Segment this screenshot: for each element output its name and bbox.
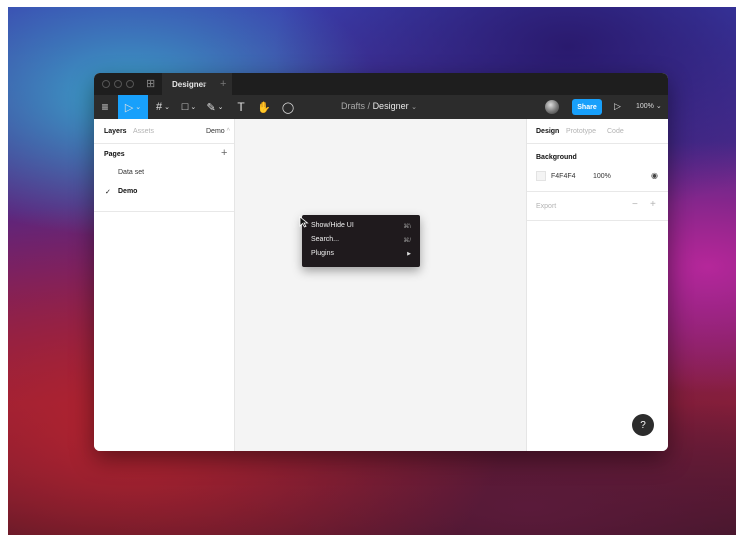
zoom-level: 100% <box>636 103 654 110</box>
zoom-dropdown[interactable]: 100% ⌄ <box>636 102 662 110</box>
menu-item-shortcut: ⌘\ <box>403 224 411 230</box>
chevron-down-icon: ⌄ <box>135 104 142 111</box>
chevron-up-icon: ^ <box>226 128 230 135</box>
breadcrumb-file[interactable]: Designer <box>373 101 409 111</box>
comment-icon: ◯ <box>281 101 295 114</box>
chevron-down-icon: ⌄ <box>655 103 662 110</box>
list-item[interactable]: Data set <box>94 165 234 181</box>
tab-prototype[interactable]: Prototype <box>566 128 596 135</box>
background-color-value[interactable]: F4F4F4 <box>551 173 576 180</box>
present-play-icon[interactable]: ▷ <box>614 101 621 112</box>
share-button[interactable]: Share <box>572 99 602 115</box>
chevron-down-icon: ⌄ <box>217 104 224 111</box>
shape-tool-button[interactable]: □ ⌄ <box>178 95 200 119</box>
background-heading: Background <box>536 154 577 161</box>
text-tool-button[interactable]: T <box>232 95 250 119</box>
page-name: Demo <box>118 188 138 195</box>
tab-code[interactable]: Code <box>607 128 624 135</box>
canvas[interactable] <box>235 119 526 451</box>
check-icon: ✓ <box>105 189 111 196</box>
menu-item-shortcut: ⌘/ <box>403 238 411 244</box>
main-menu-button[interactable]: ≡ <box>94 95 116 119</box>
close-window-button[interactable] <box>102 80 110 88</box>
left-sidebar: Layers Assets Demo ^ Pages + Data set ✓ … <box>94 119 235 451</box>
comment-tool-button[interactable]: ◯ <box>278 95 298 119</box>
tab-assets[interactable]: Assets <box>133 128 154 135</box>
divider <box>527 143 668 144</box>
divider <box>94 143 234 144</box>
figma-window: ⊞ Designer × + ≡ ▷ ⌄ # ⌄ □ ⌄ ✎ ⌄ T ✋ ◯ Draft… <box>94 73 668 451</box>
add-page-icon[interactable]: + <box>221 147 227 159</box>
page-selector[interactable]: Demo ^ <box>206 128 230 135</box>
cursor-arrow-icon: ▷ <box>124 101 134 114</box>
menu-item-search[interactable]: Search... ⌘/ <box>302 234 420 246</box>
hamburger-icon: ≡ <box>101 100 109 114</box>
rectangle-icon: □ <box>181 101 189 113</box>
page-name: Data set <box>118 169 145 176</box>
avatar[interactable] <box>545 100 559 114</box>
export-heading: Export <box>536 203 557 210</box>
background-opacity-value[interactable]: 100% <box>593 173 611 180</box>
menu-item-show-hide-ui[interactable]: Show/Hide UI ⌘\ <box>302 220 420 232</box>
menu-item-label: Plugins <box>311 250 334 257</box>
help-button[interactable]: ? <box>632 414 654 436</box>
breadcrumb-separator: / <box>367 101 371 111</box>
breadcrumb-parent[interactable]: Drafts <box>341 101 365 111</box>
figma-icon: ⊞ <box>146 78 156 90</box>
menu-item-label: Search... <box>311 236 340 243</box>
divider <box>527 220 668 221</box>
list-item[interactable]: ✓ Demo <box>94 184 234 200</box>
right-sidebar: Design Prototype Code Background F4F4F4 … <box>526 119 668 451</box>
frame-tool-button[interactable]: # ⌄ <box>152 95 174 119</box>
breadcrumb[interactable]: Drafts / Designer ⌄ <box>341 101 417 111</box>
hand-icon: ✋ <box>257 101 271 114</box>
context-menu: Show/Hide UI ⌘\ Search... ⌘/ Plugins ▶ <box>299 215 420 267</box>
menu-item-label: Show/Hide UI <box>311 222 354 229</box>
pages-heading: Pages <box>104 151 125 158</box>
new-tab-button[interactable]: + <box>220 78 226 90</box>
page-selector-label: Demo <box>206 128 225 135</box>
minus-icon[interactable]: − <box>632 199 638 210</box>
eye-icon[interactable]: ◉ <box>651 171 658 180</box>
submenu-arrow-icon: ▶ <box>407 251 411 257</box>
toolbar: ≡ ▷ ⌄ # ⌄ □ ⌄ ✎ ⌄ T ✋ ◯ Drafts / Designer ⌄ … <box>94 95 668 119</box>
maximize-window-button[interactable] <box>126 80 134 88</box>
chevron-down-icon: ⌄ <box>190 104 197 111</box>
plus-icon[interactable]: + <box>650 199 656 210</box>
pen-icon: ✎ <box>206 101 216 114</box>
chevron-down-icon[interactable]: ⌄ <box>411 104 417 111</box>
divider <box>527 191 668 192</box>
minimize-window-button[interactable] <box>114 80 122 88</box>
menu-item-plugins[interactable]: Plugins ▶ <box>302 248 420 260</box>
text-icon: T <box>237 100 245 114</box>
frame-icon: # <box>156 101 163 113</box>
tab-layers[interactable]: Layers <box>104 128 127 135</box>
background-color-swatch[interactable] <box>536 171 546 181</box>
move-tool-button[interactable]: ▷ ⌄ <box>118 95 148 119</box>
chevron-down-icon: ⌄ <box>164 104 170 111</box>
hand-tool-button[interactable]: ✋ <box>254 95 274 119</box>
title-bar: ⊞ Designer × + <box>94 73 668 95</box>
tab-design[interactable]: Design <box>536 128 559 135</box>
pen-tool-button[interactable]: ✎ ⌄ <box>204 95 226 119</box>
divider <box>94 211 234 212</box>
close-tab-icon[interactable]: × <box>202 80 207 89</box>
